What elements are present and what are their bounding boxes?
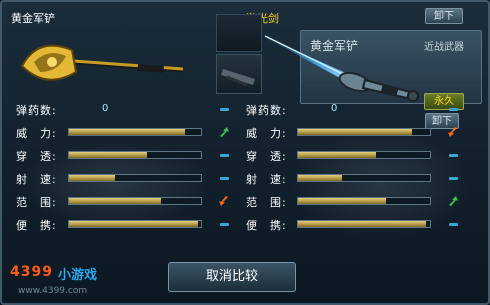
- stat-bar-track: [297, 197, 431, 205]
- stat-label: 便 携:: [16, 219, 57, 232]
- stat-bar-fill: [298, 221, 427, 227]
- stat-bar-track: [68, 174, 202, 182]
- increase-arrow-icon: [218, 126, 230, 138]
- decrease-arrow-icon: [218, 195, 230, 207]
- stat-bar-track: [297, 151, 431, 159]
- stat-bar-fill: [298, 175, 342, 181]
- stat-bar-fill: [298, 152, 376, 158]
- stat-bar-track: [297, 220, 431, 228]
- stat-bar-fill: [298, 198, 387, 204]
- no-change-dash-icon: [218, 172, 230, 184]
- no-change-dash-icon: [218, 149, 230, 161]
- no-change-dash-icon: [218, 103, 230, 115]
- stat-bar-fill: [298, 129, 412, 135]
- stat-label: 便 携:: [246, 219, 287, 232]
- weapon-type: 近战武器: [424, 42, 464, 53]
- stat-bar-fill: [69, 129, 186, 135]
- stat-bar-fill: [69, 152, 147, 158]
- stat-value: 0: [102, 103, 109, 114]
- stat-label: 弹药数:: [246, 104, 287, 117]
- stat-bar-track: [297, 174, 431, 182]
- shovel-weapon-icon: [20, 44, 184, 81]
- stat-bar-track: [68, 197, 202, 205]
- stat-bar-fill: [69, 175, 116, 181]
- stat-value: 0: [331, 103, 338, 114]
- stat-label: 威 力:: [16, 127, 57, 140]
- site-logo-text: 小游戏: [58, 268, 98, 283]
- no-change-dash-icon: [447, 218, 459, 230]
- stat-label: 威 力:: [246, 127, 287, 140]
- stat-bar-track: [68, 220, 202, 228]
- stat-label: 穿 透:: [16, 150, 57, 163]
- no-change-dash-icon: [447, 149, 459, 161]
- left-weapon-name: 黄金军铲: [11, 12, 55, 25]
- site-url: www.4399.com: [18, 286, 88, 296]
- stat-label: 范 围:: [246, 196, 287, 209]
- stat-bar-track: [297, 128, 431, 136]
- stat-label: 射 速:: [246, 173, 287, 186]
- no-change-dash-icon: [447, 103, 459, 115]
- stat-label: 穿 透:: [246, 150, 287, 163]
- stat-label: 弹药数:: [16, 104, 57, 117]
- stat-bar-track: [68, 128, 202, 136]
- cancel-compare-button[interactable]: 取消比较: [168, 262, 296, 292]
- decrease-arrow-icon: [447, 126, 459, 138]
- unequip-button[interactable]: 卸下: [425, 8, 463, 24]
- stat-bar-fill: [69, 198, 162, 204]
- stat-bar-fill: [69, 221, 199, 227]
- no-change-dash-icon: [218, 218, 230, 230]
- increase-arrow-icon: [447, 195, 459, 207]
- stat-bar-track: [68, 151, 202, 159]
- laser-sword-weapon-icon: [259, 34, 419, 102]
- stat-label: 范 围:: [16, 196, 57, 209]
- watermark: 4399 小游戏 www.4399.com: [2, 262, 162, 302]
- no-change-dash-icon: [447, 172, 459, 184]
- stat-label: 射 速:: [16, 173, 57, 186]
- site-logo: 4399: [10, 264, 53, 280]
